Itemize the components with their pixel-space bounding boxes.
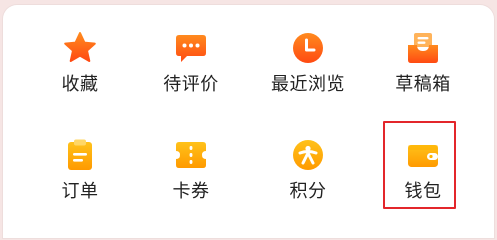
shortcut-label-points: 积分 <box>289 181 327 202</box>
shortcut-label-recently-viewed: 最近浏览 <box>271 74 345 95</box>
shortcut-label-wallet: 钱包 <box>404 181 442 202</box>
shortcut-orders[interactable]: 订单 <box>30 138 130 220</box>
star-icon <box>64 32 96 62</box>
shortcut-coupons[interactable]: 卡券 <box>141 138 241 220</box>
shortcut-grid: 收藏 待评价 最近浏览 草稿箱 订单 卡券 积分 钱包 <box>3 5 494 238</box>
shortcut-label-favorites: 收藏 <box>61 74 99 95</box>
shortcut-drafts[interactable]: 草稿箱 <box>373 31 473 113</box>
shortcut-pending-review[interactable]: 待评价 <box>141 31 241 113</box>
shortcut-label-pending-review: 待评价 <box>163 74 219 95</box>
wallet-icon <box>408 145 438 167</box>
shortcut-panel: 收藏 待评价 最近浏览 草稿箱 订单 卡券 积分 钱包 <box>3 5 494 238</box>
order-clipboard-icon <box>68 139 92 170</box>
draft-box-icon <box>408 33 438 63</box>
shortcut-label-drafts: 草稿箱 <box>395 74 451 95</box>
shortcut-wallet[interactable]: 钱包 <box>373 138 473 220</box>
shortcut-favorites[interactable]: 收藏 <box>30 31 130 113</box>
shortcut-points[interactable]: 积分 <box>258 138 358 220</box>
clock-icon <box>293 33 323 63</box>
ticket-icon <box>176 142 206 168</box>
shortcut-label-coupons: 卡券 <box>172 181 210 202</box>
shortcut-label-orders: 订单 <box>61 181 99 202</box>
comment-icon <box>176 35 206 62</box>
shortcut-recently-viewed[interactable]: 最近浏览 <box>258 31 358 113</box>
points-medal-icon <box>293 140 323 170</box>
